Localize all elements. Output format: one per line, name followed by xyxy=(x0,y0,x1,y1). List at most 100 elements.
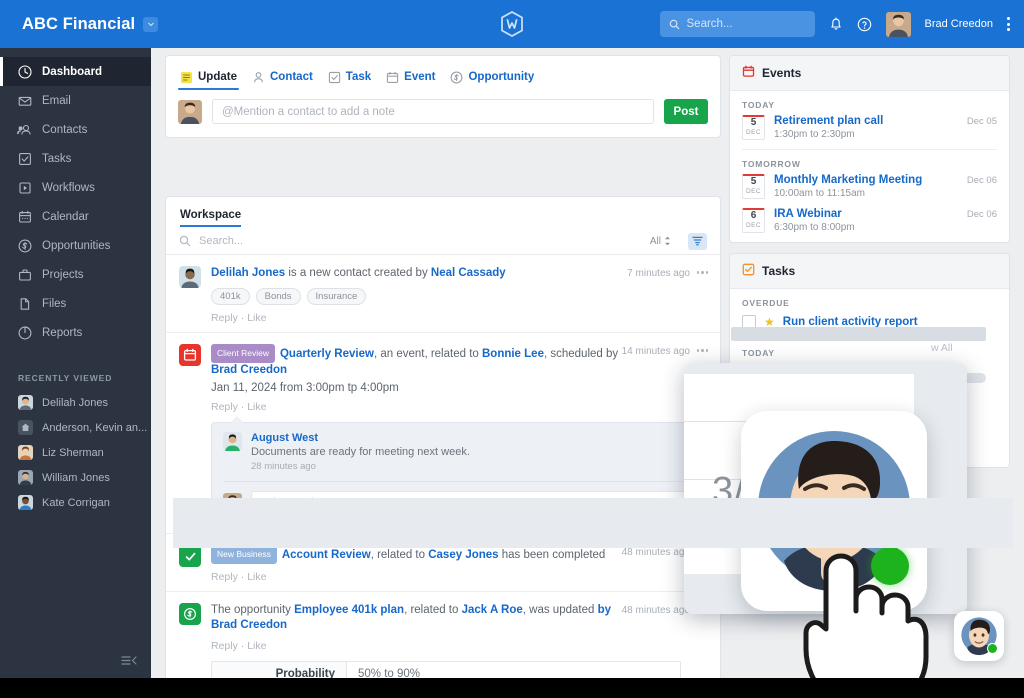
sidebar-item-workflows[interactable]: Workflows xyxy=(0,173,151,202)
ghost-row xyxy=(731,327,986,341)
checkbox-orange-icon xyxy=(742,263,755,279)
feed-item: The opportunity Employee 401k plan, rela… xyxy=(166,592,720,678)
reply-action[interactable]: Reply xyxy=(211,640,238,652)
feed-item-menu-icon[interactable] xyxy=(696,271,708,274)
opportunity-detail-table: Probability 50% to 90% Target Close Date… xyxy=(211,661,681,678)
reply-action[interactable]: Reply xyxy=(211,312,238,324)
event-name[interactable]: Retirement plan call xyxy=(774,115,997,127)
tab-event[interactable]: Event xyxy=(386,65,435,89)
sidebar-item-files[interactable]: Files xyxy=(0,289,151,318)
sidebar-item-projects[interactable]: Projects xyxy=(0,260,151,289)
like-action[interactable]: Like xyxy=(247,640,266,652)
reply-like-actions[interactable]: Reply · Like xyxy=(211,640,707,652)
event-row[interactable]: 5 DEC Retirement plan call 1:30pm to 2:3… xyxy=(730,115,1009,149)
user-name: Brad Creedon xyxy=(924,18,994,30)
sidebar-item-label: Reports xyxy=(42,326,83,339)
people-icon xyxy=(17,122,32,137)
chat-widget-button[interactable] xyxy=(954,611,1004,661)
event-date: Dec 05 xyxy=(966,116,997,127)
event-name[interactable]: IRA Webinar xyxy=(774,208,997,220)
workspace-title: Workspace xyxy=(166,197,255,228)
file-icon xyxy=(17,296,32,311)
like-action[interactable]: Like xyxy=(247,571,266,583)
like-action[interactable]: Like xyxy=(247,312,266,324)
reply-time: 28 minutes ago xyxy=(251,461,316,472)
help-circle-icon[interactable] xyxy=(857,17,872,32)
bell-icon[interactable] xyxy=(829,16,843,32)
sidebar-item-label: Dashboard xyxy=(42,65,103,78)
collapse-sidebar-icon[interactable] xyxy=(121,654,137,669)
sidebar-item-reports[interactable]: Reports xyxy=(0,318,151,347)
dollar-circle-icon xyxy=(17,238,32,253)
recently-viewed-item[interactable]: Kate Corrigan xyxy=(0,492,151,513)
event-time: 1:30pm to 2:30pm xyxy=(774,129,855,140)
reply-action[interactable]: Reply xyxy=(211,401,238,413)
tab-update[interactable]: Update xyxy=(178,65,239,90)
tab-opportunity[interactable]: Opportunity xyxy=(450,65,534,89)
event-row[interactable]: 6 DEC IRA Webinar 6:30pm to 8:00pm Dec 0… xyxy=(730,208,1009,242)
events-panel-title: Events xyxy=(762,66,802,80)
recently-viewed-item[interactable]: William Jones xyxy=(0,467,151,488)
tab-contact[interactable]: Contact xyxy=(252,65,313,89)
avatar xyxy=(18,470,33,485)
reply-author[interactable]: August West xyxy=(251,432,695,444)
feed-filter-select[interactable]: All xyxy=(650,236,671,247)
sidebar-item-opportunities[interactable]: Opportunities xyxy=(0,231,151,260)
avatar xyxy=(18,445,33,460)
avatar[interactable] xyxy=(885,11,911,37)
separator: · xyxy=(240,401,245,413)
reply-action[interactable]: Reply xyxy=(211,571,238,583)
avatar xyxy=(178,99,202,124)
like-action[interactable]: Like xyxy=(247,401,266,413)
table-cell-value: 50% to 90% xyxy=(346,661,681,678)
recently-viewed-item[interactable]: Liz Sherman xyxy=(0,442,151,463)
composer-input[interactable]: @Mention a contact to add a note xyxy=(212,99,654,124)
workspace-search-input[interactable]: Search... xyxy=(199,235,642,247)
search-icon xyxy=(669,19,679,29)
calendar-red-icon xyxy=(742,65,755,81)
hexagon-w-logo xyxy=(501,11,523,37)
recently-viewed-item[interactable]: Delilah Jones xyxy=(0,392,151,413)
event-row[interactable]: 5 DEC Monthly Marketing Meeting 10:00am … xyxy=(730,174,1009,208)
tab-task[interactable]: Task xyxy=(328,65,371,89)
top-bar: ABC Financial Search... Brad Creedon xyxy=(0,0,1024,48)
global-search-placeholder: Search... xyxy=(686,18,733,30)
sidebar-item-email[interactable]: Email xyxy=(0,86,151,115)
tag[interactable]: Bonds xyxy=(255,288,301,305)
view-all-link[interactable]: w All xyxy=(931,342,953,354)
sidebar-item-label: Files xyxy=(42,297,67,310)
funnel-icon[interactable] xyxy=(688,232,707,250)
sidebar-item-tasks[interactable]: Tasks xyxy=(0,144,151,173)
table-row: Probability 50% to 90% xyxy=(211,661,681,678)
composer-placeholder: @Mention a contact to add a note xyxy=(222,105,395,118)
event-day: 5 xyxy=(750,117,757,128)
sidebar-item-calendar[interactable]: Calendar xyxy=(0,202,151,231)
sidebar-item-contacts[interactable]: Contacts xyxy=(0,115,151,144)
recently-viewed-item[interactable]: Anderson, Kevin an... xyxy=(0,417,151,438)
reply-like-actions[interactable]: Reply · Like xyxy=(211,312,707,324)
reply-like-actions[interactable]: Reply · Like xyxy=(211,571,707,583)
post-button[interactable]: Post xyxy=(664,99,708,124)
avatar xyxy=(223,432,242,451)
feed-item-tags: 401k Bonds Insurance xyxy=(211,288,707,305)
global-search-input[interactable]: Search... xyxy=(659,11,815,37)
tag[interactable]: 401k xyxy=(211,288,250,305)
kebab-vertical-icon[interactable] xyxy=(1007,17,1010,31)
feed-item-menu-icon[interactable] xyxy=(696,349,708,352)
composer-tabs: Update Contact Task Event Opportunity xyxy=(166,56,720,90)
event-date-chip: 5 DEC xyxy=(742,174,765,199)
tag[interactable]: Insurance xyxy=(306,288,367,305)
feed-item-time: 14 minutes ago xyxy=(621,346,690,357)
event-name[interactable]: Monthly Marketing Meeting xyxy=(774,174,997,186)
brand-menu[interactable]: ABC Financial xyxy=(22,15,159,34)
sidebar: Dashboard Email Contacts Tasks Workflows xyxy=(0,48,151,678)
pie-chart-icon xyxy=(17,325,32,340)
calendar-icon xyxy=(386,71,399,84)
chevron-down-icon[interactable] xyxy=(143,16,159,32)
reply-like-actions[interactable]: Reply · Like xyxy=(211,401,707,413)
sidebar-item-label: Workflows xyxy=(42,181,95,194)
person-icon xyxy=(252,71,265,84)
sidebar-item-dashboard[interactable]: Dashboard xyxy=(0,57,151,86)
workspace-card: Workspace Search... All Delilah Jones is… xyxy=(165,196,721,678)
check-green-icon xyxy=(179,545,201,567)
